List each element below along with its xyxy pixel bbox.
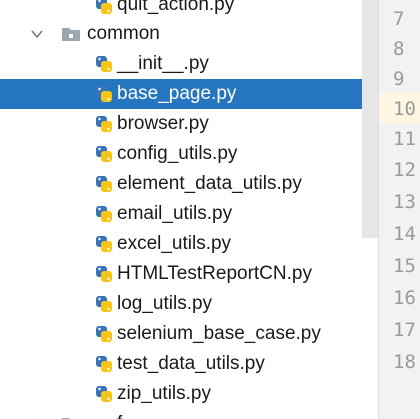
line-number: 9	[393, 68, 405, 90]
tree-folder-partial[interactable]: f	[0, 409, 378, 419]
tree-item-base-page[interactable]: base_page.py	[0, 79, 378, 109]
tree-item-element-data-utils[interactable]: element_data_utils.py	[0, 169, 378, 199]
tree-item-browser[interactable]: browser.py	[0, 109, 378, 139]
python-file-icon	[96, 296, 112, 312]
tree-item-label: excel_utils.py	[117, 233, 232, 254]
folder-icon	[62, 28, 80, 41]
line-number: 7	[393, 8, 405, 30]
tree-item-init[interactable]: __init__.py	[0, 49, 378, 79]
tree-item-label: base_page.py	[117, 83, 237, 104]
tree-item-log-utils[interactable]: log_utils.py	[0, 289, 378, 319]
python-file-icon	[96, 386, 112, 402]
line-number: 18	[393, 351, 416, 373]
python-file-icon	[96, 236, 112, 252]
line-number: 17	[393, 319, 416, 341]
folder-label-partial: f	[117, 413, 122, 419]
tree-item-label: zip_utils.py	[117, 383, 211, 404]
tree-item-label: __init__.py	[117, 53, 209, 74]
python-file-icon	[96, 176, 112, 192]
project-tree-panel: quit_action.py common __init__.py base_p…	[0, 0, 378, 419]
python-file-icon	[96, 146, 112, 162]
tree-item-email-utils[interactable]: email_utils.py	[0, 199, 378, 229]
tree-item-label: config_utils.py	[117, 143, 238, 164]
tree-item-label: HTMLTestReportCN.py	[117, 263, 312, 284]
python-file-icon	[96, 326, 112, 342]
tree-item-zip-utils[interactable]: zip_utils.py	[0, 379, 378, 409]
tree-item-excel-utils[interactable]: excel_utils.py	[0, 229, 378, 259]
tree-item-label: element_data_utils.py	[117, 173, 302, 194]
tree-item-htmltestreportcn[interactable]: HTMLTestReportCN.py	[0, 259, 378, 289]
line-number: 16	[393, 287, 416, 309]
python-file-icon	[96, 266, 112, 282]
python-file-icon	[96, 0, 112, 14]
tree-folder-common[interactable]: common	[0, 19, 378, 49]
python-file-icon	[96, 206, 112, 222]
tree-item-label: selenium_base_case.py	[117, 323, 321, 344]
tree-scrollbar[interactable]	[362, 0, 378, 238]
line-number: 10	[393, 98, 416, 120]
line-number: 8	[393, 38, 405, 60]
python-file-icon	[96, 116, 112, 132]
editor-line-gutter: 7 8 9 10 11 12 13 14 15 16 17 18	[378, 0, 420, 419]
tree-item-config-utils[interactable]: config_utils.py	[0, 139, 378, 169]
line-number: 12	[393, 159, 416, 181]
tree-item-quit-action[interactable]: quit_action.py	[0, 0, 378, 20]
tree-item-label: browser.py	[117, 113, 209, 134]
tree-item-label: log_utils.py	[117, 293, 213, 314]
tree-item-label: email_utils.py	[117, 203, 233, 224]
python-file-icon	[96, 56, 112, 72]
tree-item-label: test_data_utils.py	[117, 353, 265, 374]
line-number: 11	[393, 128, 416, 150]
line-number: 14	[393, 223, 416, 245]
chevron-down-icon[interactable]	[30, 27, 44, 41]
tree-item-test-data-utils[interactable]: test_data_utils.py	[0, 349, 378, 379]
line-number: 13	[393, 191, 416, 213]
tree-item-selenium-base-case[interactable]: selenium_base_case.py	[0, 319, 378, 349]
line-number: 15	[393, 255, 416, 277]
python-file-icon	[96, 356, 112, 372]
folder-label-common: common	[87, 23, 160, 44]
python-file-icon	[96, 86, 112, 102]
tree-item-label: quit_action.py	[117, 0, 235, 15]
